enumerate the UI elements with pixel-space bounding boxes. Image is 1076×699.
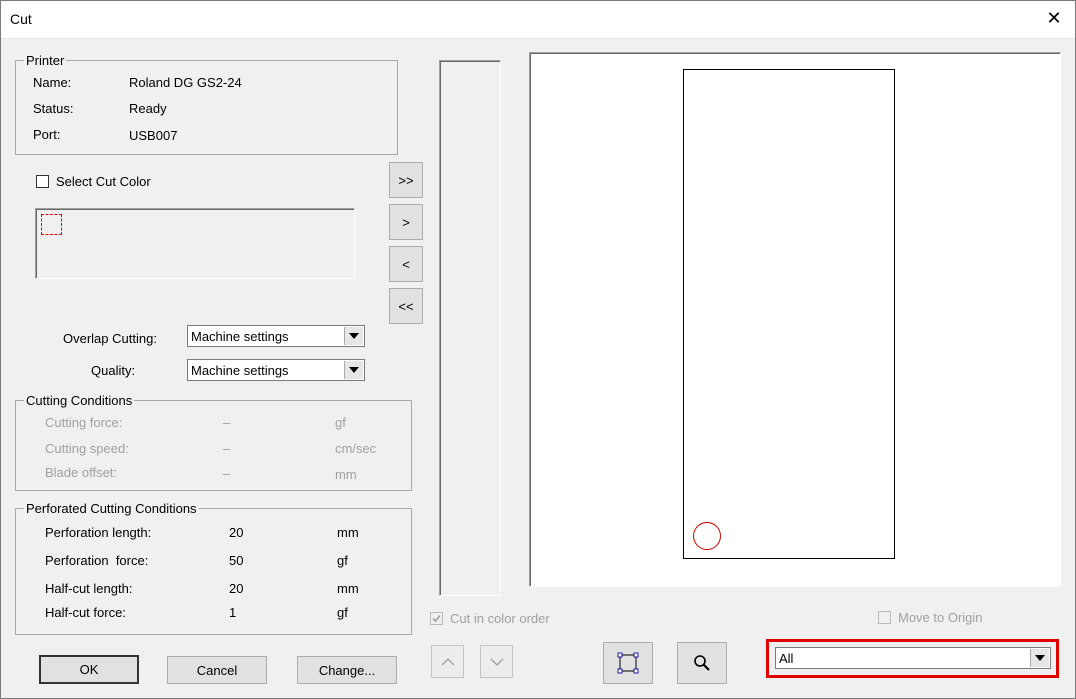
- move-up-button[interactable]: [431, 645, 464, 678]
- media-outline: [683, 69, 895, 559]
- ok-button[interactable]: OK: [39, 655, 139, 684]
- fit-to-page-button[interactable]: [603, 642, 653, 684]
- cutting-force-value: –: [223, 415, 231, 430]
- view-filter-select[interactable]: All: [775, 647, 1051, 669]
- printer-group-label: Printer: [24, 53, 67, 68]
- quality-select[interactable]: Machine settings: [187, 359, 365, 381]
- close-button[interactable]: ✕: [1040, 4, 1068, 32]
- printer-status-value: Ready: [129, 101, 167, 116]
- color-swatch[interactable]: [41, 214, 62, 235]
- quality-value: Machine settings: [191, 363, 289, 378]
- cut-color-list[interactable]: [35, 208, 355, 279]
- perforation-force-value: 50: [229, 553, 244, 568]
- chevron-up-icon: [441, 657, 454, 665]
- move-all-right-button[interactable]: >>: [389, 162, 423, 198]
- half-cut-length-label: Half-cut length:: [45, 581, 133, 596]
- half-cut-force-label: Half-cut force:: [45, 605, 126, 620]
- cut-circle-shape[interactable]: [693, 522, 721, 550]
- cut-preview-area[interactable]: [529, 52, 1061, 587]
- title-bar: [0, 0, 1076, 39]
- printer-name-label: Name:: [33, 75, 72, 90]
- cut-in-color-order-label[interactable]: Cut in color order: [450, 611, 550, 626]
- perforation-force-label: Perforation force:: [45, 553, 149, 568]
- checkmark-icon: [432, 614, 441, 623]
- overlap-cutting-label: Overlap Cutting:: [63, 331, 157, 346]
- close-icon: ✕: [1046, 7, 1062, 28]
- cutting-speed-label: Cutting speed:: [45, 441, 129, 456]
- chevron-down-icon: [490, 658, 503, 666]
- perforation-length-unit: mm: [337, 525, 359, 540]
- printer-port-label: Port:: [33, 127, 61, 142]
- half-cut-length-unit: mm: [337, 581, 359, 596]
- move-to-origin-checkbox[interactable]: [878, 611, 891, 624]
- magnifier-icon: [694, 655, 710, 671]
- cancel-button[interactable]: Cancel: [167, 656, 267, 684]
- quality-label: Quality:: [91, 363, 136, 378]
- perforation-length-label: Perforation length:: [45, 525, 152, 540]
- blade-offset-label: Blade offset:: [45, 465, 118, 480]
- window-title: Cut: [10, 11, 32, 27]
- half-cut-force-unit: gf: [337, 605, 348, 620]
- printer-name-value: Roland DG GS2-24: [129, 75, 242, 90]
- half-cut-length-value: 20: [229, 581, 244, 596]
- blade-offset-value: –: [223, 466, 231, 481]
- move-right-button[interactable]: >: [389, 204, 423, 240]
- select-cut-color-checkbox[interactable]: [36, 175, 49, 188]
- view-filter-value: All: [779, 651, 794, 666]
- cutting-force-label: Cutting force:: [45, 415, 123, 430]
- overlap-cutting-select[interactable]: Machine settings: [187, 325, 365, 347]
- zoom-button[interactable]: [677, 642, 727, 684]
- change-button[interactable]: Change...: [297, 656, 397, 684]
- blade-offset-unit: mm: [335, 467, 357, 482]
- selected-color-list[interactable]: [439, 60, 501, 596]
- fit-frame-icon: [617, 652, 639, 674]
- printer-port-value: USB007: [129, 128, 178, 143]
- cutting-conditions-label: Cutting Conditions: [24, 393, 135, 408]
- move-down-button[interactable]: [480, 645, 513, 678]
- cutting-speed-unit: cm/sec: [335, 441, 377, 456]
- select-cut-color-label[interactable]: Select Cut Color: [56, 174, 151, 189]
- perforation-length-value: 20: [229, 525, 244, 540]
- overlap-cutting-value: Machine settings: [191, 329, 289, 344]
- printer-status-label: Status:: [33, 101, 74, 116]
- perforation-force-unit: gf: [337, 553, 348, 568]
- cutting-force-unit: gf: [335, 415, 346, 430]
- perforated-conditions-label: Perforated Cutting Conditions: [24, 501, 199, 516]
- move-to-origin-label[interactable]: Move to Origin: [898, 610, 983, 625]
- move-all-left-button[interactable]: <<: [389, 288, 423, 324]
- chevron-down-icon[interactable]: [1030, 649, 1049, 667]
- half-cut-force-value: 1: [229, 605, 237, 620]
- chevron-down-icon[interactable]: [344, 361, 363, 379]
- cutting-speed-value: –: [223, 441, 231, 456]
- move-left-button[interactable]: <: [389, 246, 423, 282]
- cut-in-color-order-checkbox[interactable]: [430, 612, 443, 625]
- chevron-down-icon[interactable]: [344, 327, 363, 345]
